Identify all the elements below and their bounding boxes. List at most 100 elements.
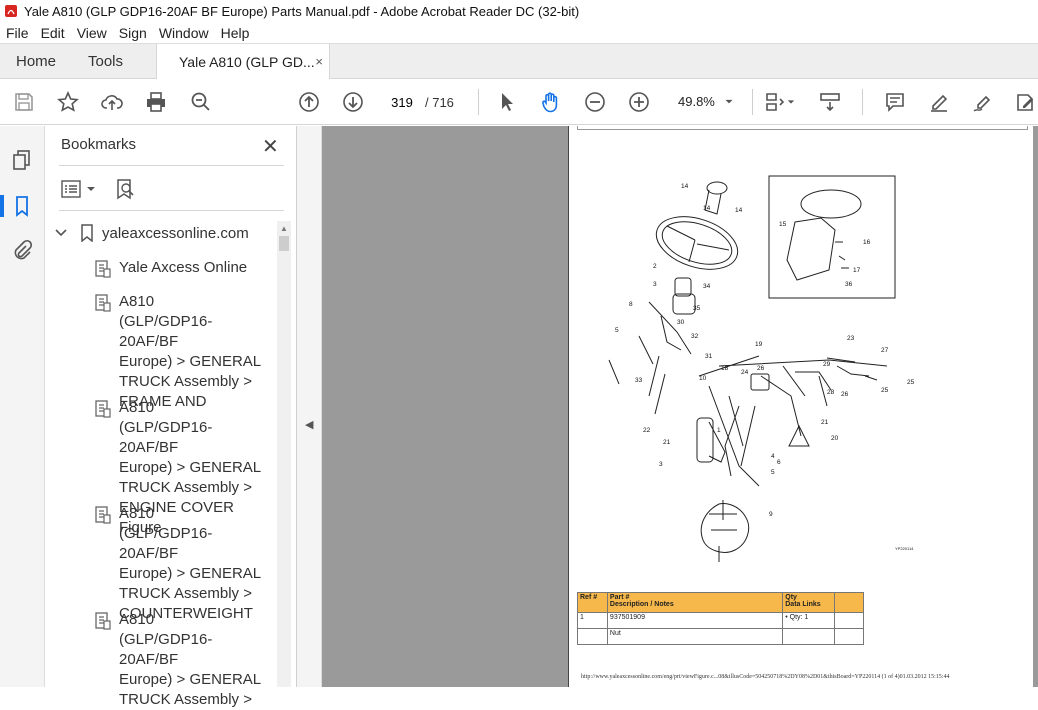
toolbar-separator [862, 89, 863, 115]
parts-table-header: Ref # Part # Description / Notes Qty Dat… [577, 592, 864, 613]
bookmark-item[interactable]: A810 (GLP/GDP16-20AF/BF Europe) > GENERA… [95, 504, 265, 624]
bookmark-line: TRUCK Assembly > [119, 373, 252, 390]
col-part: Part # Description / Notes [606, 592, 784, 613]
active-indicator [0, 195, 4, 217]
close-tab-icon[interactable]: × [315, 54, 323, 69]
zoom-level-field[interactable]: 49.8% [671, 89, 741, 115]
svg-text:21: 21 [821, 419, 829, 426]
svg-text:24: 24 [741, 369, 749, 376]
sign-icon[interactable] [971, 90, 995, 114]
bookmark-item[interactable]: A810 (GLP/GDP16-20AF/BF Europe) > GENERA… [95, 610, 265, 710]
svg-text:3: 3 [653, 281, 657, 288]
expand-bookmark-icon[interactable] [113, 178, 137, 200]
tab-home[interactable]: Home [16, 53, 56, 70]
svg-text:14: 14 [735, 207, 743, 214]
fill-sign-icon[interactable] [1014, 90, 1038, 114]
menu-edit[interactable]: Edit [35, 25, 71, 41]
col-qty: Qty Data Links [782, 592, 836, 613]
bookmark-line: Europe) > GENERAL [119, 671, 262, 688]
bookmark-page-icon [95, 400, 111, 418]
bookmark-page-icon [95, 612, 111, 630]
svg-text:30: 30 [677, 319, 685, 326]
document-view[interactable]: 14 14 14 2 34 3 35 8 5 30 32 31 33 10 18 19 24 26 29… [322, 126, 1038, 687]
next-page-icon[interactable] [341, 90, 365, 114]
menu-window[interactable]: Window [153, 25, 215, 41]
svg-text:29: 29 [823, 361, 831, 368]
save-icon[interactable] [12, 90, 36, 114]
highlight-pen-icon[interactable] [927, 90, 951, 114]
zoom-out-icon[interactable] [583, 90, 607, 114]
bookmark-root-label: yaleaxcessonline.com [102, 224, 249, 242]
scrollbar-thumb[interactable] [279, 236, 289, 251]
bookmark-item[interactable]: Yale Axcess Online [95, 258, 265, 278]
page-total: / 716 [425, 95, 454, 110]
menu-sign[interactable]: Sign [113, 25, 153, 41]
bookmarks-scrollbar[interactable]: ▲ [277, 221, 291, 687]
previous-page-icon[interactable] [297, 90, 321, 114]
print-icon[interactable] [144, 90, 168, 114]
toolbar-separator [752, 89, 753, 115]
hand-tool-icon[interactable] [539, 90, 563, 114]
svg-text:4: 4 [771, 453, 775, 460]
page-number-input[interactable] [383, 89, 421, 115]
svg-text:34: 34 [703, 283, 711, 290]
pdf-page: 14 14 14 2 34 3 35 8 5 30 32 31 33 10 18 19 24 26 29… [568, 126, 1033, 687]
bookmark-root[interactable]: yaleaxcessonline.com [54, 224, 249, 242]
svg-text:21: 21 [663, 439, 671, 446]
fit-dropdown-chevron-icon[interactable] [786, 90, 796, 114]
svg-text:26: 26 [841, 391, 849, 398]
svg-text:1: 1 [717, 427, 721, 434]
svg-text:25: 25 [881, 387, 889, 394]
svg-text:3: 3 [659, 461, 663, 468]
acrobat-icon [5, 5, 17, 17]
svg-text:5: 5 [771, 469, 775, 476]
menu-view[interactable]: View [71, 25, 113, 41]
bookmark-line: (GLP/GDP16-20AF/BF [119, 525, 213, 562]
cell-extra [834, 628, 864, 645]
cell-ref [577, 628, 608, 645]
scrolling-mode-icon[interactable] [818, 90, 842, 114]
zoom-in-icon[interactable] [627, 90, 651, 114]
cell-extra [834, 612, 864, 629]
bookmark-line: A810 [119, 399, 155, 416]
close-panel-icon[interactable]: ✕ [262, 134, 279, 159]
bookmark-item[interactable]: A810 (GLP/GDP16-20AF/BF Europe) > GENERA… [95, 292, 265, 412]
bookmark-icon [81, 224, 93, 242]
bookmark-line: TRUCK Assembly > [119, 479, 252, 496]
fit-page-icon[interactable] [762, 90, 786, 114]
tab-document[interactable]: Yale A810 (GLP GD... × [156, 44, 330, 80]
page-thumbnails-icon[interactable] [10, 148, 34, 172]
select-cursor-icon[interactable] [495, 90, 519, 114]
svg-text:33: 33 [635, 377, 643, 384]
collapse-arrow-icon[interactable]: ◀ [305, 418, 313, 431]
menu-help[interactable]: Help [215, 25, 256, 41]
svg-text:17: 17 [853, 267, 861, 274]
comment-icon[interactable] [883, 90, 907, 114]
svg-text:36: 36 [845, 281, 853, 288]
attachment-paperclip-icon[interactable] [10, 238, 34, 262]
tab-tools[interactable]: Tools [88, 53, 123, 70]
bookmark-line: TRUCK Assembly > [119, 691, 252, 708]
bookmark-line: A810 [119, 293, 155, 310]
menu-file[interactable]: File [0, 25, 35, 41]
svg-text:23: 23 [847, 335, 855, 342]
col-extra [834, 592, 864, 613]
col-ref: Ref # [577, 592, 608, 613]
star-icon[interactable] [56, 90, 80, 114]
bookmark-line: (GLP/GDP16-20AF/BF [119, 631, 213, 668]
bookmark-line: (GLP/GDP16-20AF/BF [119, 419, 213, 456]
bookmark-icon[interactable] [10, 194, 34, 218]
svg-text:28: 28 [827, 389, 835, 396]
bookmark-line: Europe) > GENERAL [119, 353, 262, 370]
chevron-down-icon[interactable] [54, 226, 68, 240]
table-row: 1 937501909 • Qty: 1 [577, 612, 864, 629]
upload-cloud-icon[interactable] [100, 90, 124, 114]
scroll-up-arrow-icon[interactable]: ▲ [280, 224, 288, 233]
bookmark-line: Europe) > GENERAL [119, 459, 262, 476]
options-menu-icon[interactable] [61, 178, 97, 200]
panel-collapse-strip[interactable]: ◀ [297, 126, 322, 687]
bookmark-line: (GLP/GDP16-20AF/BF [119, 313, 213, 350]
zoom-search-icon[interactable] [189, 90, 213, 114]
bookmark-page-icon [95, 506, 111, 524]
svg-text:14: 14 [681, 183, 689, 190]
